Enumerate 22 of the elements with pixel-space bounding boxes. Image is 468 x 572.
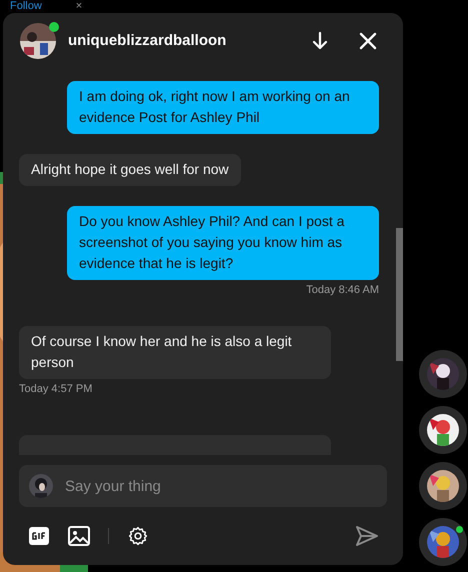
scrollbar-thumb[interactable] <box>396 228 403 361</box>
image-icon[interactable] <box>68 526 90 546</box>
message-field[interactable]: Say your thing <box>19 465 387 507</box>
username: uniqueblizzardballoon <box>68 32 228 49</box>
dismiss-button[interactable]: × <box>76 0 82 13</box>
settings-icon[interactable] <box>127 526 149 546</box>
close-icon[interactable] <box>358 30 378 50</box>
message-bubble: Of course I know her and he is also a legit person <box>19 326 331 379</box>
message-time: Today 4:57 PM <box>19 383 92 395</box>
gif-icon[interactable] <box>28 526 50 546</box>
follow-link[interactable]: Follow <box>10 0 42 13</box>
chat-bubble-avatar[interactable] <box>419 518 467 566</box>
chat-bubble-avatar[interactable] <box>419 462 467 510</box>
message-input[interactable]: Say your thing <box>63 476 377 496</box>
arrow-down-icon[interactable] <box>310 30 330 50</box>
message-bubble: I am doing ok, right now I am working on an evidence Post for Ashley Phil <box>67 81 379 134</box>
send-icon[interactable] <box>355 525 379 547</box>
chat-bubble-avatar[interactable] <box>419 350 467 398</box>
message-time: Today 8:46 AM <box>306 284 379 296</box>
chat-bubble-avatar[interactable] <box>419 406 467 454</box>
message-bubble: Do you know Ashley Phil? And can I post a screenshot of you saying you know him as evidence that he is legit? <box>67 206 379 280</box>
message-bubble: Alright hope it goes well for now <box>19 154 241 186</box>
